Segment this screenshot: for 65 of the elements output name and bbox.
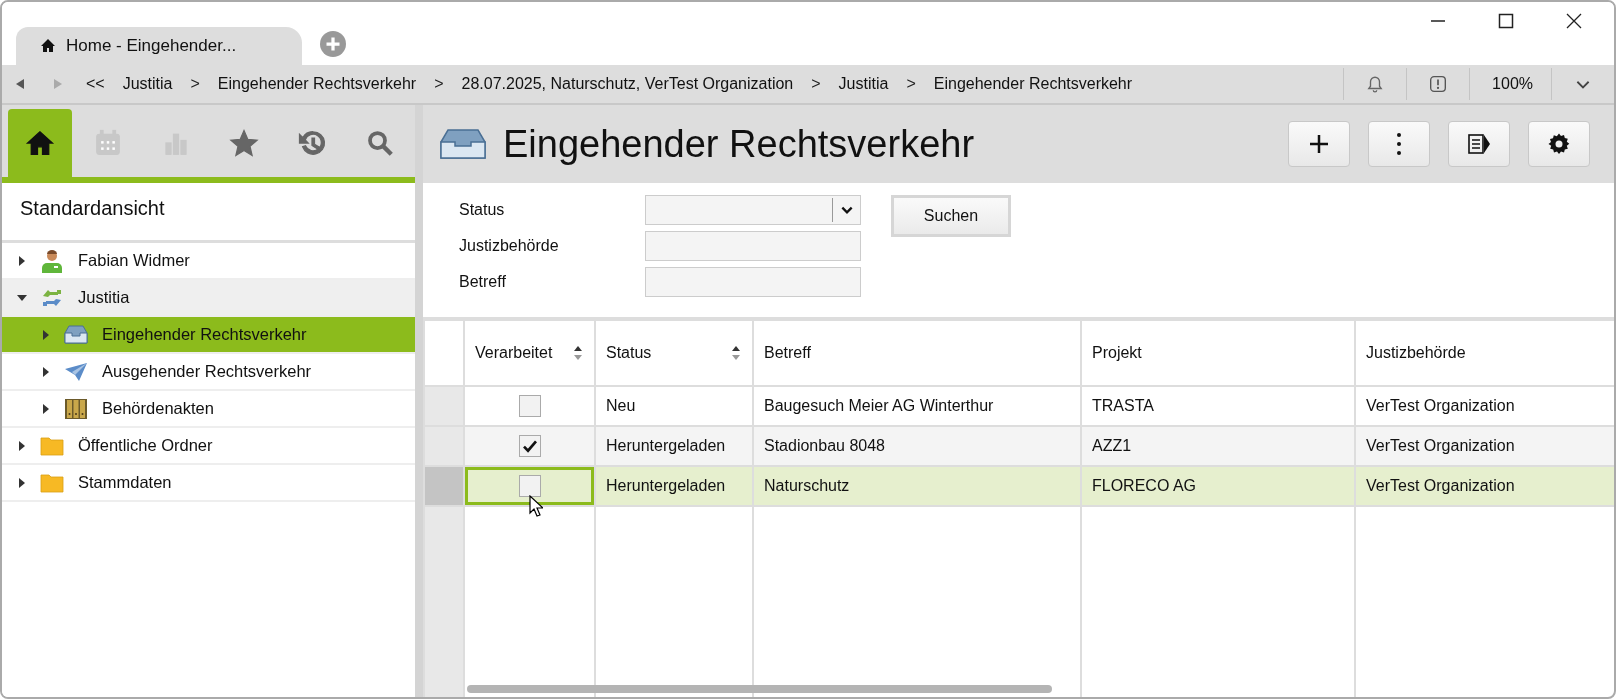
- checkbox[interactable]: [518, 475, 541, 497]
- alert-icon[interactable]: [1429, 75, 1448, 93]
- breadcrumb-separator: >: [906, 75, 916, 93]
- breadcrumb-separator: >: [190, 75, 200, 93]
- breadcrumb-link[interactable]: 28.07.2025, Naturschutz, VerTest Organization: [461, 75, 794, 93]
- back-icon[interactable]: [14, 78, 26, 90]
- filter-label: Betreff: [459, 273, 507, 291]
- checkbox[interactable]: [518, 395, 541, 417]
- tree-item[interactable]: Öffentliche Ordner: [2, 428, 415, 465]
- add-tab-icon[interactable]: [320, 31, 346, 57]
- settings-icon: [1547, 132, 1571, 156]
- inbox-tray-icon: [439, 127, 487, 161]
- breadcrumb-back-link[interactable]: <<: [86, 75, 105, 93]
- tree-item[interactable]: Behördenakten: [2, 391, 415, 428]
- sort-icon[interactable]: [572, 345, 584, 361]
- tree-item[interactable]: Stammdaten: [2, 465, 415, 502]
- mouse-pointer-icon: [529, 495, 543, 517]
- plus-icon: [1307, 132, 1331, 156]
- zoom-level[interactable]: 100%: [1469, 68, 1551, 100]
- more-vertical-icon: [1397, 132, 1401, 156]
- home-icon[interactable]: [25, 128, 55, 158]
- horizontal-scrollbar[interactable]: [467, 685, 1052, 693]
- breadcrumb-link[interactable]: Eingehender Rechtsverkehr: [217, 75, 417, 93]
- panel-arrow-icon: [1467, 132, 1491, 156]
- breadcrumb-link[interactable]: Justitia: [122, 75, 173, 93]
- close-icon[interactable]: [1566, 13, 1582, 29]
- sort-icon[interactable]: [730, 345, 742, 361]
- toolbar-button[interactable]: [1528, 121, 1590, 167]
- tree-item[interactable]: Justitia: [2, 280, 415, 317]
- column-header[interactable]: Justizbehörde: [1355, 320, 1614, 386]
- table-cell: Naturschutz: [753, 466, 1081, 506]
- bell-icon[interactable]: [1366, 75, 1385, 93]
- person-icon: [40, 248, 64, 273]
- binders-icon: [64, 396, 88, 421]
- column-header[interactable]: Status: [595, 320, 753, 386]
- search-button[interactable]: Suchen: [891, 195, 1011, 237]
- breadcrumb-link[interactable]: Justitia: [838, 75, 889, 93]
- browser-tab[interactable]: Home - Eingehender...: [16, 27, 302, 65]
- maximize-icon[interactable]: [1498, 13, 1514, 29]
- filter-label: Justizbehörde: [459, 237, 560, 255]
- table-cell: FLORECO AG: [1081, 466, 1355, 506]
- column-header[interactable]: Verarbeitet: [464, 320, 595, 386]
- tree-item[interactable]: Ausgehender Rechtsverkehr: [2, 354, 415, 391]
- search-icon[interactable]: [365, 128, 395, 158]
- filter-label: Status: [459, 201, 506, 219]
- column-header[interactable]: Projekt: [1081, 320, 1355, 386]
- column-header[interactable]: Betreff: [753, 320, 1081, 386]
- checkmark-icon: [521, 438, 538, 454]
- toolbar-button[interactable]: [1288, 121, 1350, 167]
- history-icon[interactable]: [297, 128, 327, 158]
- sidebar-tab[interactable]: [8, 109, 72, 177]
- breadcrumb-separator: >: [434, 75, 444, 93]
- breadcrumb-link[interactable]: Eingehender Rechtsverkehr: [933, 75, 1133, 93]
- breadcrumb-separator: >: [811, 75, 821, 93]
- table-cell: Heruntergeladen: [595, 466, 753, 506]
- tree-item[interactable]: Eingehender Rechtsverkehr: [2, 317, 415, 354]
- home-icon: [40, 38, 56, 54]
- page-title: Eingehender Rechtsverkehr: [503, 122, 975, 166]
- text-field[interactable]: [645, 231, 861, 261]
- inbox-tray-icon: [64, 322, 88, 347]
- toolbar-button[interactable]: [1448, 121, 1510, 167]
- checkbox[interactable]: [518, 435, 541, 457]
- star-icon[interactable]: [229, 128, 259, 158]
- tab-title: Home - Eingehender...: [66, 36, 237, 56]
- text-field[interactable]: [645, 267, 861, 297]
